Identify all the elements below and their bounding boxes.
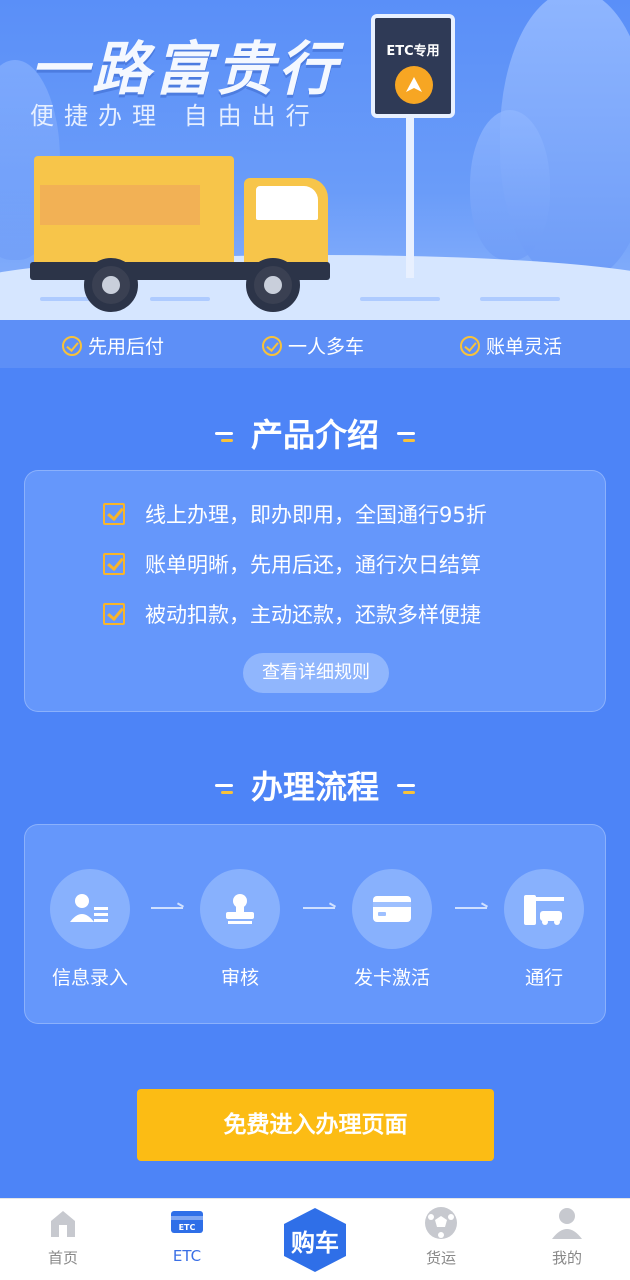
step-arrow-icon <box>303 907 335 909</box>
checkbox-icon <box>103 553 125 575</box>
nav-label: 我的 <box>551 1249 582 1267</box>
feature-pay-later: 先用后付 <box>62 332 164 359</box>
feature-label: 一人多车 <box>288 336 365 358</box>
etc-sign-text: ETC专用 <box>386 44 440 59</box>
intro-item-text: 线上办理，即办即用，全国通行95折 <box>145 503 487 527</box>
toll-gate-icon <box>504 869 584 949</box>
freight-ball-icon <box>425 1207 457 1239</box>
step-label: 信息录入 <box>51 967 128 989</box>
etc-sign: ETC专用 <box>371 14 455 118</box>
card-icon <box>352 869 432 949</box>
stamp-icon <box>200 869 280 949</box>
feature-multi-car: 一人多车 <box>262 332 364 359</box>
checkbox-icon <box>103 603 125 625</box>
enter-application-button[interactable]: 免费进入办理页面 <box>137 1089 494 1161</box>
step-arrow-icon <box>455 907 487 909</box>
home-icon <box>51 1211 75 1237</box>
truck-wheel <box>246 258 300 312</box>
feature-strip: 先用后付 一人多车 账单灵活 <box>0 320 630 368</box>
intro-item: 被动扣款，主动还款，还款多样便捷 <box>103 599 481 629</box>
process-step: 通行 <box>489 869 599 990</box>
process-card: 信息录入 审核 发卡激活 通行 <box>24 824 606 1024</box>
nav-label: 货运 <box>425 1249 456 1267</box>
checkbox-icon <box>103 503 125 525</box>
intro-item: 线上办理，即办即用，全国通行95折 <box>103 499 487 529</box>
feature-label: 先用后付 <box>88 336 165 358</box>
direction-arrow-icon <box>395 66 433 104</box>
truck-wheel <box>84 258 138 312</box>
step-label: 审核 <box>220 967 259 989</box>
nav-label: 首页 <box>47 1249 78 1267</box>
process-title: 办理流程 <box>250 768 379 806</box>
check-circle-icon <box>62 335 82 356</box>
truck-stripe <box>40 185 200 225</box>
sign-pole <box>406 110 414 278</box>
user-id-icon <box>50 869 130 949</box>
nav-item-freight[interactable]: 货运 <box>396 1205 486 1268</box>
road-stripe <box>480 297 560 301</box>
check-circle-icon <box>460 335 480 356</box>
intro-title: 产品介绍 <box>250 416 379 454</box>
feature-flexible-bill: 账单灵活 <box>460 332 562 359</box>
nav-item-home[interactable]: 首页 <box>18 1205 108 1268</box>
hero-title: 一路富贵行 <box>30 35 341 103</box>
title-dash-decoration <box>397 784 415 794</box>
title-dash-decoration <box>397 432 415 442</box>
person-icon <box>552 1208 582 1239</box>
buy-car-label: 购车 <box>291 1228 339 1257</box>
hero-subtitle: 便捷办理 自由出行 <box>30 102 320 130</box>
process-section-title: 办理流程 <box>0 762 630 808</box>
title-dash-decoration <box>214 432 233 442</box>
check-circle-icon <box>262 335 282 356</box>
step-arrow-icon <box>151 907 183 909</box>
etc-card-icon: ETC <box>171 1211 203 1233</box>
step-label: 通行 <box>524 967 563 989</box>
road-stripe <box>150 297 210 301</box>
truck-window <box>256 186 318 220</box>
nav-item-profile[interactable]: 我的 <box>522 1205 612 1268</box>
intro-item-text: 被动扣款，主动还款，还款多样便捷 <box>145 603 481 627</box>
nav-label: ETC <box>172 1247 202 1265</box>
process-step: 信息录入 <box>35 869 145 990</box>
process-step: 发卡激活 <box>337 869 447 990</box>
nav-item-etc[interactable]: ETC ETC <box>142 1205 232 1265</box>
intro-section-title: 产品介绍 <box>0 410 630 456</box>
intro-item-text: 账单明晰，先用后还，通行次日结算 <box>145 553 481 577</box>
step-label: 发卡激活 <box>353 967 430 989</box>
view-rules-button[interactable]: 查看详细规则 <box>243 653 389 693</box>
intro-item: 账单明晰，先用后还，通行次日结算 <box>103 549 481 579</box>
tree-illustration <box>470 110 550 260</box>
feature-label: 账单灵活 <box>486 336 563 358</box>
process-step: 审核 <box>185 869 295 990</box>
road-stripe <box>360 297 440 301</box>
hero-banner: 一路富贵行 便捷办理 自由出行 ETC专用 <box>0 0 630 320</box>
svg-text:ETC: ETC <box>179 1223 196 1232</box>
intro-card: 线上办理，即办即用，全国通行95折 账单明晰，先用后还，通行次日结算 被动扣款，… <box>24 470 606 712</box>
title-dash-decoration <box>214 784 233 794</box>
